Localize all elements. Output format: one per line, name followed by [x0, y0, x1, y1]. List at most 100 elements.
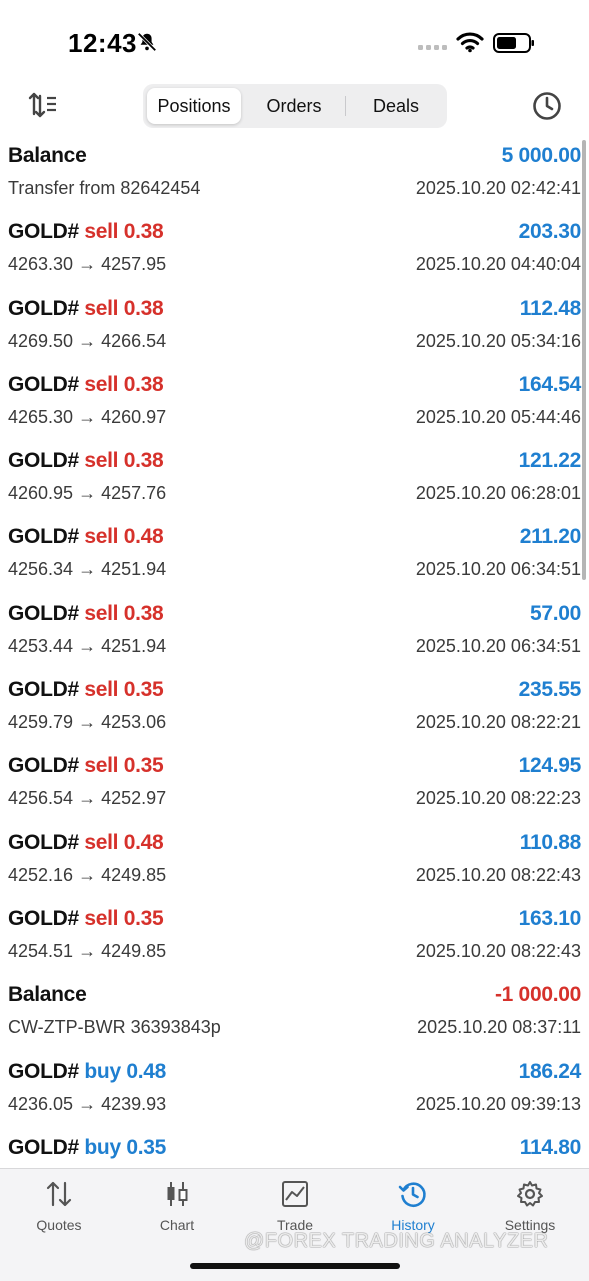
row-title: Balance	[8, 983, 87, 1007]
price-range: 4253.44 → 4251.94	[8, 636, 166, 657]
symbol: GOLD#	[8, 525, 79, 549]
side: sell	[84, 220, 119, 244]
row-title: GOLD# sell 0.35	[8, 678, 164, 702]
deal-row[interactable]: GOLD# sell 0.48 4252.16 → 4249.85 110.88 20…	[0, 827, 589, 903]
tab-label: Quotes	[36, 1217, 82, 1233]
profit-amount: 211.20	[519, 525, 582, 549]
timestamp: 2025.10.20 08:22:43	[415, 864, 581, 885]
sort-icon[interactable]	[28, 92, 58, 118]
deal-row[interactable]: GOLD# buy 0.48 4236.05 → 4239.93 186.24 202…	[0, 1056, 589, 1132]
timestamp: 2025.10.20 06:34:51	[415, 559, 581, 580]
open-price: 4260.95	[8, 483, 74, 504]
profit-amount: 110.88	[519, 830, 582, 854]
tab-quotes[interactable]: Quotes	[0, 1179, 118, 1239]
open-price: 4259.79	[8, 712, 74, 733]
open-price: 4269.50	[8, 330, 74, 351]
deal-row[interactable]: GOLD# sell 0.38 4263.30 → 4257.95 203.30 20…	[0, 216, 589, 292]
clock-icon[interactable]	[531, 90, 563, 122]
tab-deals[interactable]: Deals	[349, 88, 443, 124]
volume: 0.38	[123, 601, 164, 625]
balance-row[interactable]: Balance CW-ZTP-BWR 36393843p -1 000.00 2025…	[0, 979, 589, 1055]
bell-muted-icon	[137, 32, 157, 52]
profit-amount: 57.00	[529, 601, 581, 625]
status-time: 12:43	[68, 28, 137, 58]
price-range: 4265.30 → 4260.97	[8, 407, 166, 428]
deal-row[interactable]: GOLD# sell 0.38 4269.50 → 4266.54 112.48 20…	[0, 293, 589, 369]
volume: 0.35	[126, 1135, 167, 1159]
deal-row[interactable]: GOLD# buy 0.35 114.80	[0, 1132, 589, 1168]
scrollbar[interactable]	[582, 140, 586, 580]
row-title: GOLD# sell 0.48	[8, 525, 164, 549]
close-price: 4239.93	[101, 1093, 167, 1114]
side: sell	[84, 906, 119, 930]
symbol: GOLD#	[8, 1059, 79, 1083]
symbol: GOLD#	[8, 449, 79, 473]
row-comment: CW-ZTP-BWR 36393843p	[8, 1017, 221, 1038]
volume: 0.38	[123, 372, 164, 396]
profit-amount: 186.24	[518, 1059, 582, 1083]
tab-orders[interactable]: Orders	[247, 88, 341, 124]
balance-label: Balance	[8, 983, 87, 1007]
symbol: GOLD#	[8, 754, 79, 778]
volume: 0.48	[123, 525, 164, 549]
open-price: 4254.51	[8, 940, 74, 961]
volume: 0.35	[123, 678, 164, 702]
row-title: GOLD# sell 0.38	[8, 372, 164, 397]
deal-row[interactable]: GOLD# sell 0.38 4265.30 → 4260.97 164.54 20…	[0, 369, 589, 445]
arrow-right-icon: →	[78, 406, 97, 427]
row-title: GOLD# sell 0.48	[8, 831, 164, 855]
side: sell	[84, 601, 119, 625]
deal-row[interactable]: GOLD# sell 0.35 4254.51 → 4249.85 163.10 20…	[0, 903, 589, 979]
side: sell	[84, 372, 119, 396]
volume: 0.38	[123, 220, 164, 244]
close-price: 4252.97	[101, 788, 167, 809]
tab-chart[interactable]: Chart	[118, 1179, 236, 1239]
symbol: GOLD#	[8, 601, 79, 625]
profit-amount: 203.30	[518, 220, 582, 244]
arrow-right-icon: →	[78, 483, 97, 504]
segment-divider	[345, 96, 346, 116]
volume: 0.38	[123, 296, 164, 320]
deal-row[interactable]: GOLD# sell 0.48 4256.34 → 4251.94 211.20 20…	[0, 521, 589, 597]
profit-amount: 114.80	[519, 1135, 582, 1159]
close-price: 4253.06	[101, 712, 167, 733]
row-comment: Transfer from 82642454	[8, 178, 201, 198]
close-price: 4249.85	[101, 940, 167, 961]
arrow-right-icon: →	[78, 559, 97, 580]
tab-label: Chart	[159, 1217, 195, 1233]
arrow-right-icon: →	[78, 940, 97, 961]
side: sell	[84, 449, 119, 473]
arrow-right-icon: →	[78, 330, 97, 351]
symbol: GOLD#	[8, 296, 79, 320]
close-price: 4260.97	[101, 406, 167, 427]
close-price: 4257.76	[101, 483, 167, 504]
row-title: GOLD# buy 0.35	[8, 1136, 166, 1160]
open-price: 4256.34	[8, 559, 74, 580]
balance-label: Balance	[8, 144, 87, 167]
price-range: 4259.79 → 4253.06	[8, 712, 166, 733]
deal-row[interactable]: GOLD# sell 0.35 4256.54 → 4252.97 124.95 20…	[0, 750, 589, 826]
profit-amount: 163.10	[518, 906, 582, 930]
profit-amount: 235.55	[518, 678, 582, 702]
balance-row[interactable]: Balance Transfer from 82642454 5 000.00 202…	[0, 140, 589, 216]
history-icon	[398, 1182, 426, 1208]
home-indicator[interactable]	[190, 1263, 400, 1269]
timestamp: 2025.10.20 02:42:41	[415, 178, 581, 198]
price-range: 4269.50 → 4266.54	[8, 331, 166, 352]
symbol: GOLD#	[8, 906, 79, 930]
row-title: GOLD# sell 0.38	[8, 220, 164, 244]
timestamp: 2025.10.20 06:34:51	[415, 635, 581, 656]
side: sell	[84, 754, 119, 778]
profit-amount: 164.54	[518, 372, 582, 396]
tab-positions[interactable]: Positions	[147, 88, 241, 124]
deal-row[interactable]: GOLD# sell 0.38 4260.95 → 4257.76 121.22 20…	[0, 445, 589, 521]
arrows-updown-icon	[46, 1181, 72, 1207]
arrow-right-icon: →	[78, 1093, 97, 1114]
volume: 0.35	[123, 906, 164, 930]
history-list: Balance Transfer from 82642454 5 000.00 202…	[0, 140, 589, 1168]
price-range: 4252.16 → 4249.85	[8, 865, 166, 886]
deal-row[interactable]: GOLD# sell 0.35 4259.79 → 4253.06 235.55 20…	[0, 674, 589, 750]
deal-row[interactable]: GOLD# sell 0.38 4253.44 → 4251.94 57.00 202…	[0, 598, 589, 674]
open-price: 4236.05	[8, 1093, 74, 1114]
volume: 0.35	[123, 754, 164, 778]
